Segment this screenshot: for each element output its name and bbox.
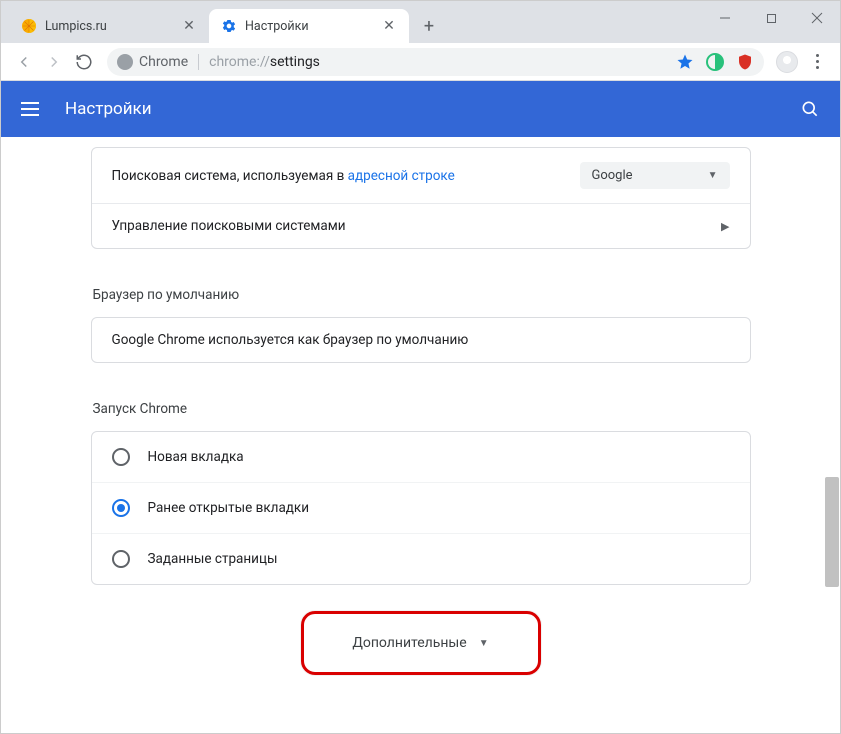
window-controls: [702, 1, 840, 35]
advanced-section: Дополнительные ▼: [91, 625, 751, 661]
close-tab-icon[interactable]: ✕: [181, 18, 197, 34]
url-path: settings: [270, 54, 320, 70]
tab-title: Настройки: [245, 19, 375, 34]
minimize-button[interactable]: [702, 3, 748, 33]
search-engine-row: Поисковая система, используемая в адресн…: [92, 148, 750, 203]
browser-menu-button[interactable]: [802, 47, 832, 77]
manage-search-engines-label: Управление поисковыми системами: [112, 218, 346, 234]
advanced-toggle-button[interactable]: Дополнительные ▼: [330, 625, 510, 661]
startup-option-label: Заданные страницы: [148, 551, 278, 567]
back-button[interactable]: [9, 47, 39, 77]
new-tab-button[interactable]: +: [415, 12, 443, 40]
chrome-origin-chip: Chrome: [117, 54, 199, 70]
search-icon[interactable]: [792, 91, 828, 127]
chrome-icon: [117, 54, 133, 70]
settings-content: Поисковая система, используемая в адресн…: [1, 137, 840, 733]
scrollbar-thumb[interactable]: [825, 477, 839, 587]
default-browser-status-row: Google Chrome используется как браузер п…: [92, 318, 750, 362]
default-browser-section-title: Браузер по умолчанию: [91, 269, 751, 317]
forward-button[interactable]: [39, 47, 69, 77]
startup-option-newtab[interactable]: Новая вкладка: [92, 432, 750, 482]
radio-icon: [112, 499, 130, 517]
search-engine-label: Поисковая система, используемая в адресн…: [112, 168, 455, 184]
startup-option-continue[interactable]: Ранее открытые вкладки: [92, 482, 750, 533]
startup-card: Новая вкладка Ранее открытые вкладки Зад…: [91, 431, 751, 585]
search-engine-card: Поисковая система, используемая в адресн…: [91, 147, 751, 249]
menu-icon[interactable]: [21, 97, 45, 121]
bookmark-star-icon[interactable]: [676, 53, 694, 71]
radio-icon: [112, 550, 130, 568]
close-window-button[interactable]: [794, 3, 840, 33]
search-engine-value: Google: [592, 168, 633, 183]
reload-button[interactable]: [69, 47, 99, 77]
browser-toolbar: Chrome chrome://settings: [1, 43, 840, 81]
address-bar[interactable]: Chrome chrome://settings: [107, 48, 764, 76]
favicon-settings: [221, 18, 237, 34]
extension-icon-1[interactable]: [706, 53, 724, 71]
startup-option-specific[interactable]: Заданные страницы: [92, 533, 750, 584]
profile-avatar[interactable]: [772, 47, 802, 77]
chevron-down-icon: ▼: [479, 638, 489, 649]
startup-option-label: Ранее открытые вкладки: [148, 500, 310, 516]
startup-option-label: Новая вкладка: [148, 449, 244, 465]
browser-tab-lumpics[interactable]: Lumpics.ru ✕: [9, 9, 209, 43]
dropdown-icon: ▼: [708, 170, 718, 181]
address-bar-link[interactable]: адресной строке: [348, 168, 455, 184]
chevron-right-icon: ▶: [721, 220, 729, 233]
tab-title: Lumpics.ru: [45, 19, 175, 34]
extension-icon-2[interactable]: [736, 53, 754, 71]
settings-header: Настройки: [1, 81, 840, 137]
advanced-label: Дополнительные: [352, 635, 466, 651]
radio-icon: [112, 448, 130, 466]
page-title: Настройки: [65, 99, 152, 119]
favicon-lumpics: [21, 18, 37, 34]
default-browser-card: Google Chrome используется как браузер п…: [91, 317, 751, 363]
browser-tab-settings[interactable]: Настройки ✕: [209, 9, 409, 43]
default-browser-status: Google Chrome используется как браузер п…: [112, 332, 469, 348]
close-tab-icon[interactable]: ✕: [381, 18, 397, 34]
search-engine-select[interactable]: Google ▼: [580, 162, 730, 189]
manage-search-engines-row[interactable]: Управление поисковыми системами ▶: [92, 203, 750, 248]
url-scheme: chrome://: [209, 54, 270, 70]
chip-label: Chrome: [139, 54, 188, 70]
maximize-button[interactable]: [748, 3, 794, 33]
startup-section-title: Запуск Chrome: [91, 383, 751, 431]
window-titlebar: Lumpics.ru ✕ Настройки ✕ +: [1, 1, 840, 43]
